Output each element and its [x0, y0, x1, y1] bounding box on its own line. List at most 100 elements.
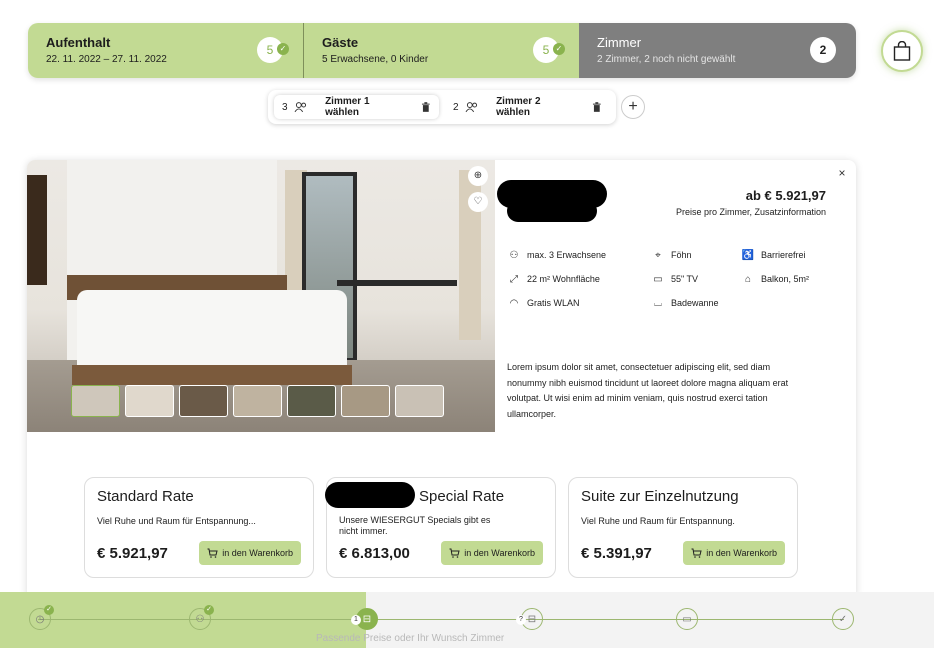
rate-description: Unsere WIESERGUT Specials gibt es nicht … — [339, 515, 491, 536]
rate-description: Viel Ruhe und Raum für Entspannung. — [581, 516, 735, 526]
guests-icon: ⚇ — [509, 249, 519, 261]
bed-icon: ⊟ — [527, 613, 537, 625]
price-from: ab € 5.921,97 — [745, 188, 826, 203]
amenity-label: max. 3 Erwachsene — [527, 250, 607, 260]
area-icon: ⤢ — [510, 273, 518, 285]
photo-bed — [77, 290, 347, 375]
thumbnail[interactable] — [287, 385, 336, 417]
price-note: Preise pro Zimmer, Zusatzinformation — [675, 207, 826, 217]
thumbnail[interactable] — [71, 385, 120, 417]
step-stay[interactable]: Aufenthalt 22. 11. 2022 – 27. 11. 2022 5… — [28, 23, 304, 78]
rate-card-special[interactable]: Special Rate Unsere WIESERGUT Specials g… — [325, 477, 556, 578]
amenity-label: Föhn — [671, 250, 692, 260]
guests-icon — [465, 102, 477, 113]
progress-step-number: 1 — [351, 615, 361, 625]
clock-icon: ◷ — [35, 613, 45, 625]
bathtub-icon: ⌴ — [654, 297, 662, 309]
tv-icon: ▭ — [653, 273, 663, 285]
rate-price: € 6.813,00 — [339, 545, 410, 562]
amenity-label: 55" TV — [671, 274, 699, 284]
amenity-bathtub: ⌴ Badewanne — [651, 296, 741, 310]
cart-icon — [691, 548, 702, 558]
room-1-choice[interactable]: 3 Zimmer 1 wählen — [274, 95, 439, 119]
progress-step-badge: ? — [516, 615, 526, 625]
shopping-bag-icon — [893, 41, 911, 61]
add-room-button[interactable]: + — [621, 95, 645, 119]
step-guests-title: Gäste — [322, 35, 359, 50]
add-to-cart-label: in den Warenkorb — [464, 548, 535, 558]
room-1-label: Zimmer 1 wählen — [325, 96, 370, 118]
thumbnail[interactable] — [179, 385, 228, 417]
amenity-accessible: ♿ Barrierefrei — [741, 248, 837, 262]
check-icon: ✓ — [204, 605, 214, 615]
rate-price: € 5.391,97 — [581, 545, 652, 562]
rate-price: € 5.921,97 — [97, 545, 168, 562]
progress-fill — [0, 592, 366, 648]
rate-description: Viel Ruhe und Raum für Entspannung... — [97, 516, 256, 526]
add-to-cart-button[interactable]: in den Warenkorb — [441, 541, 543, 565]
room-selector: 3 Zimmer 1 wählen 2 Zimmer 2 wählen — [268, 90, 616, 124]
step-rooms-count: 2 — [810, 37, 836, 63]
room-2-guest-count: 2 — [453, 101, 459, 113]
amenity-area: ⤢ 22 m² Wohnfläche — [507, 272, 651, 286]
check-icon: ✓ — [44, 605, 54, 615]
thumbnail[interactable] — [233, 385, 282, 417]
amenity-label: Gratis WLAN — [527, 298, 580, 308]
thumbnail[interactable] — [341, 385, 390, 417]
progress-step-payment[interactable]: ▭ — [676, 608, 698, 630]
rate-title: Standard Rate — [97, 488, 194, 505]
zoom-icon[interactable]: ⊕ — [468, 166, 488, 186]
photo-desk — [337, 280, 457, 286]
step-guests[interactable]: Gäste 5 Erwachsene, 0 Kinder 5 ✓ — [304, 23, 579, 78]
amenities-list: ⚇ max. 3 Erwachsene ⌖ Föhn ♿ Barrierefrei ⤢… — [507, 248, 837, 310]
redacted-rate-name — [325, 482, 415, 508]
add-to-cart-button[interactable]: in den Warenkorb — [199, 541, 301, 565]
amenity-guests: ⚇ max. 3 Erwachsene — [507, 248, 651, 262]
progress-step-guests[interactable]: ⚇ ✓ — [189, 605, 214, 630]
add-to-cart-label: in den Warenkorb — [706, 548, 777, 558]
progress-step-room-2[interactable]: ? ⊟ — [516, 608, 543, 630]
close-icon[interactable]: × — [835, 166, 849, 180]
footer-hint: Passende Preise oder Ihr Wunsch Zimmer — [316, 633, 505, 644]
check-icon: ✓ — [553, 43, 565, 55]
cart-icon — [207, 548, 218, 558]
room-2-label: Zimmer 2 wählen — [496, 96, 541, 118]
credit-card-icon: ▭ — [682, 613, 692, 625]
balcony-icon: ⌂ — [744, 273, 752, 285]
thumbnail[interactable] — [395, 385, 444, 417]
cart-icon — [449, 548, 460, 558]
rate-card-standard[interactable]: Standard Rate Viel Ruhe und Raum für Ent… — [84, 477, 314, 578]
step-rooms-title: Zimmer — [597, 35, 642, 50]
room-2-choice[interactable]: 2 Zimmer 2 wählen — [445, 95, 610, 119]
room-photo[interactable]: ⊕ ♡ — [27, 160, 495, 432]
amenity-label: Balkon, 5m² — [761, 274, 810, 284]
shopping-bag-button[interactable] — [881, 30, 923, 72]
step-rooms[interactable]: Zimmer 2 Zimmer, 2 noch nicht gewählt 2 — [579, 23, 856, 78]
accessible-icon: ♿ — [741, 249, 755, 261]
add-to-cart-label: in den Warenkorb — [222, 548, 293, 558]
check-icon: ✓ — [277, 43, 289, 55]
photo-lamp — [27, 175, 47, 285]
check-icon: ✓ — [838, 613, 848, 625]
add-to-cart-button[interactable]: in den Warenkorb — [683, 541, 785, 565]
amenity-wifi: ◠ Gratis WLAN — [507, 296, 651, 310]
rate-card-suite[interactable]: Suite zur Einzelnutzung Viel Ruhe und Ra… — [568, 477, 798, 578]
thumbnail[interactable] — [125, 385, 174, 417]
amenity-label: Barrierefrei — [761, 250, 806, 260]
progress-step-confirm[interactable]: ✓ — [832, 608, 854, 630]
heart-icon[interactable]: ♡ — [468, 192, 488, 212]
bed-icon: ⊟ — [362, 613, 372, 625]
rate-title: Suite zur Einzelnutzung — [581, 488, 739, 505]
guests-icon — [294, 102, 306, 113]
room-1-guest-count: 3 — [282, 101, 288, 113]
trash-icon[interactable] — [592, 101, 602, 113]
redacted-room-name — [507, 200, 597, 222]
rate-title: Special Rate — [419, 488, 505, 505]
hairdryer-icon: ⌖ — [655, 249, 661, 261]
progress-step-room[interactable]: 1 ⊟ — [351, 608, 378, 630]
progress-step-stay[interactable]: ◷ ✓ — [29, 605, 54, 630]
step-rooms-summary: 2 Zimmer, 2 noch nicht gewählt — [597, 54, 736, 65]
step-guests-summary: 5 Erwachsene, 0 Kinder — [322, 54, 429, 65]
trash-icon[interactable] — [421, 101, 431, 113]
wifi-icon: ◠ — [509, 297, 519, 309]
